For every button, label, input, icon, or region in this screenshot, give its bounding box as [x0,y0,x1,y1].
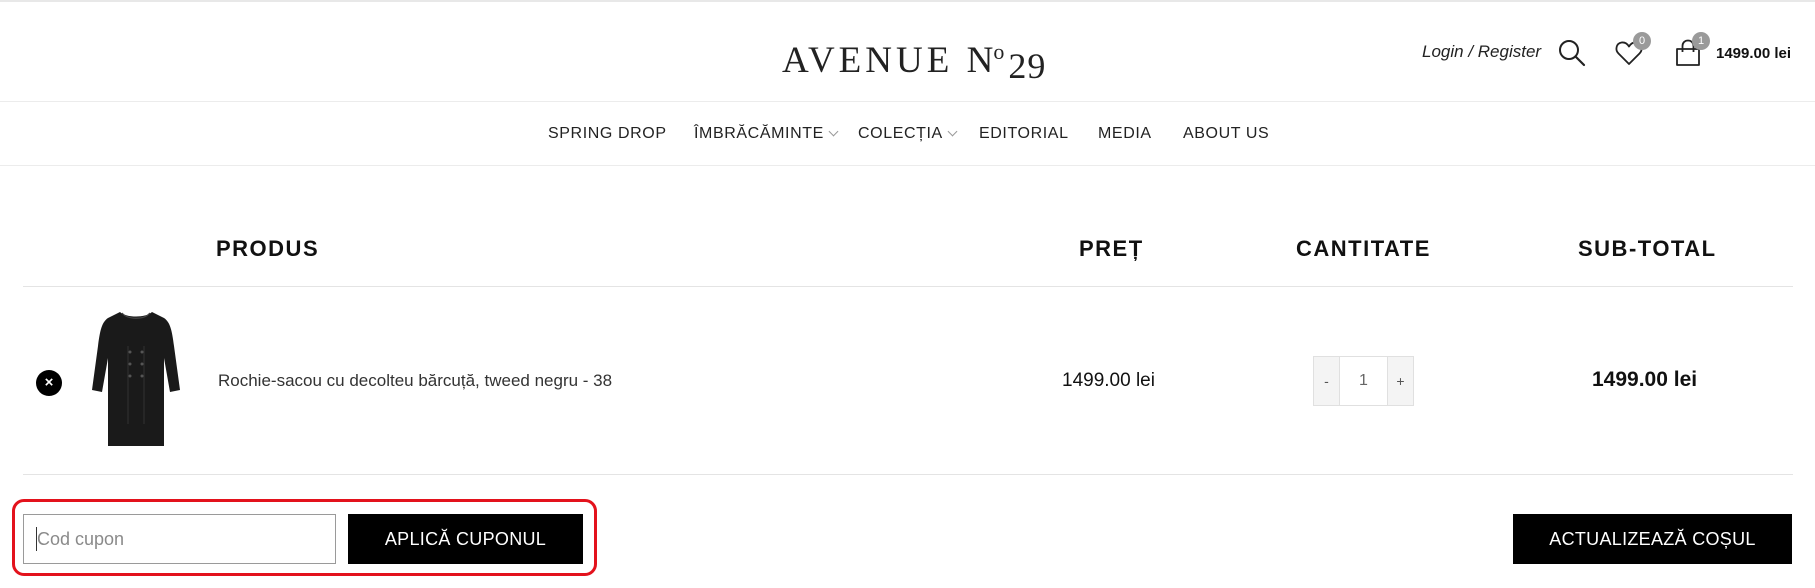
product-name-link[interactable]: Rochie-sacou cu decolteu bărcuță, tweed … [218,371,612,391]
nav-item-label: COLECȚIA [858,125,943,142]
main-navigation: SPRING DROP ÎMBRĂCĂMINTE COLECȚIA EDITOR… [0,103,1815,166]
table-row-divider [23,474,1793,475]
nav-item-spring-drop[interactable]: SPRING DROP [548,125,667,143]
column-header-subtotal: SUB-TOTAL [1578,236,1717,261]
row-subtotal: 1499.00 lei [1592,368,1698,391]
quantity-field[interactable]: 1 [1339,357,1388,405]
quantity-increase-button[interactable]: + [1388,357,1413,405]
coupon-code-input[interactable] [23,514,336,564]
search-icon[interactable] [1557,38,1587,68]
quantity-stepper: - 1 + [1313,356,1414,406]
login-register-link[interactable]: Login / Register [1422,42,1541,62]
site-header: AVENUE No 29 Login / Register 0 1 1499.00… [0,2,1815,102]
wishlist-count-badge: 0 [1633,32,1651,50]
column-header-price: PREȚ [1079,236,1144,261]
apply-coupon-button[interactable]: APLICĂ CUPONUL [348,514,583,564]
chevron-down-icon [947,126,958,137]
column-header-product: PRODUS [216,236,320,261]
product-thumbnail[interactable] [90,306,182,452]
logo-number: 29 [1008,46,1047,86]
nav-item-label: EDITORIAL [979,125,1069,142]
site-logo[interactable]: AVENUE No 29 [782,32,1046,86]
nav-item-about-us[interactable]: ABOUT US [1183,125,1269,143]
header-cart-total[interactable]: 1499.00 lei [1716,45,1791,62]
chevron-down-icon [828,126,839,137]
nav-item-label: ÎMBRĂCĂMINTE [694,125,824,142]
product-price: 1499.00 lei [1062,370,1155,391]
nav-item-label: SPRING DROP [548,125,667,142]
update-cart-button[interactable]: ACTUALIZEAZĂ COȘUL [1513,514,1792,564]
nav-item-colectia[interactable]: COLECȚIA [858,125,958,143]
nav-item-media[interactable]: MEDIA [1098,125,1152,143]
nav-item-label: ABOUT US [1183,125,1270,142]
column-header-quantity: CANTITATE [1296,236,1431,261]
nav-item-editorial[interactable]: EDITORIAL [979,125,1069,143]
logo-word: AVENUE [782,40,954,81]
nav-item-imbracaminte[interactable]: ÎMBRĂCĂMINTE [694,125,839,143]
table-header-divider [23,286,1793,287]
text-cursor [36,527,37,551]
quantity-decrease-button[interactable]: - [1314,357,1339,405]
logo-no-sup: o [993,39,1005,64]
logo-no-symbol: N [966,40,994,81]
nav-item-label: MEDIA [1098,125,1152,142]
remove-item-button[interactable]: × [36,370,62,396]
cart-count-badge: 1 [1692,32,1710,50]
